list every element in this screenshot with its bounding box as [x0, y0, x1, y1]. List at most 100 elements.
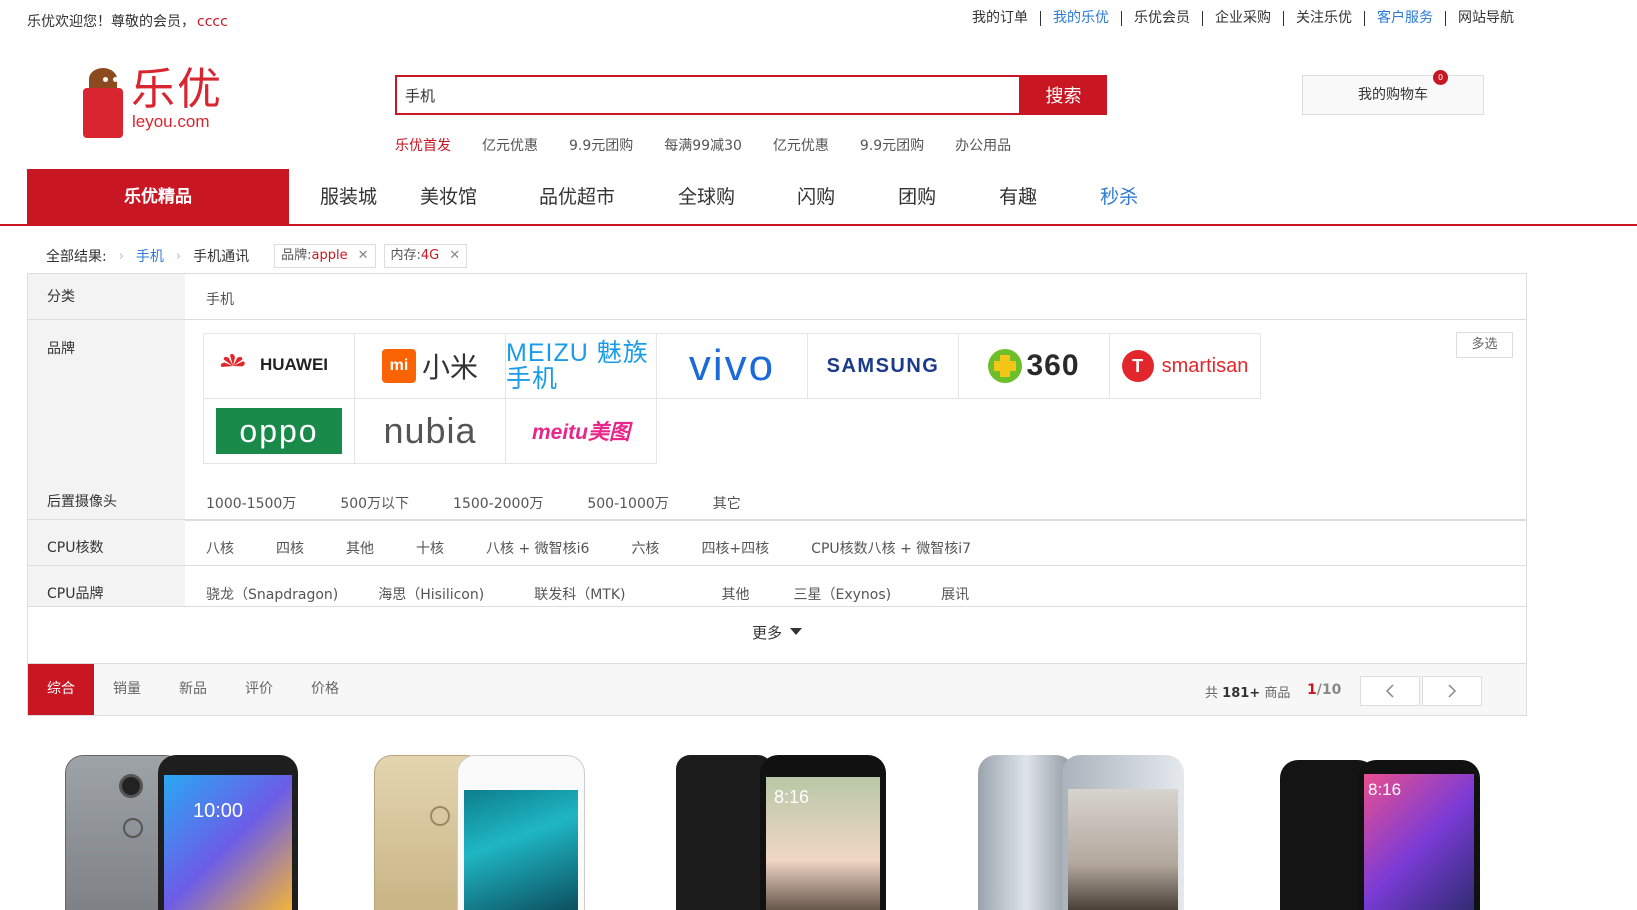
- filter-option[interactable]: 其它: [713, 493, 741, 513]
- breadcrumb-level1[interactable]: 手机: [136, 246, 164, 266]
- sort-tab-sales[interactable]: 销量: [94, 664, 160, 715]
- hot-keywords: 乐优首发 亿元优惠 9.9元团购 每满99减30 亿元优惠 9.9元团购 办公用…: [395, 135, 1042, 155]
- link-site-nav[interactable]: 网站导航: [1445, 11, 1526, 26]
- product-card[interactable]: 8:16: [676, 750, 911, 910]
- filter-option[interactable]: 四核: [276, 538, 304, 558]
- sort-tab-new[interactable]: 新品: [160, 664, 226, 715]
- filter-option[interactable]: 其他: [346, 538, 374, 558]
- breadcrumb-root[interactable]: 全部结果:: [46, 246, 107, 266]
- result-count: 共 181+ 商品: [1205, 682, 1290, 701]
- logo-mascot-icon: [81, 68, 125, 138]
- more-filters-button[interactable]: 更多: [28, 607, 1526, 665]
- product-card[interactable]: 8:16: [1280, 750, 1515, 910]
- product-image-front: 10:00: [158, 755, 298, 910]
- nav-item-seckill[interactable]: 秒杀: [1100, 169, 1138, 226]
- sort-tab-comprehensive[interactable]: 综合: [28, 664, 94, 715]
- brand-name: 360: [1026, 349, 1080, 382]
- close-icon[interactable]: ✕: [358, 248, 369, 263]
- top-bar: 乐优欢迎您！尊敬的会员， cccc 我的订单 我的乐优 乐优会员 企业采购 关注乐…: [0, 0, 1637, 38]
- filter-option[interactable]: 十核: [416, 538, 444, 558]
- sort-tab-reviews[interactable]: 评价: [226, 664, 292, 715]
- link-membership[interactable]: 乐优会员: [1121, 11, 1202, 26]
- nav-item-fun[interactable]: 有趣: [999, 169, 1037, 226]
- brand-name: vivo: [688, 341, 776, 390]
- brand-smartisan[interactable]: T smartisan: [1109, 333, 1261, 399]
- filter-row-cpu-cores: CPU核数 八核 四核 其他 十核 八核 + 微智核i6 六核 四核+四核 CP…: [28, 520, 1526, 566]
- brand-meizu[interactable]: MEIZU 魅族手机: [505, 333, 657, 399]
- filter-option[interactable]: 联发科（MTK): [534, 584, 625, 604]
- close-icon[interactable]: ✕: [449, 248, 460, 263]
- filter-option[interactable]: 1000-1500万: [206, 493, 296, 513]
- filter-option[interactable]: CPU核数八核 + 微智核i7: [811, 538, 971, 558]
- brand-meitu[interactable]: meitu美图: [505, 398, 657, 464]
- filter-option[interactable]: 500-1000万: [587, 493, 668, 513]
- search-input[interactable]: [395, 75, 1021, 115]
- nav-item-clothing[interactable]: 服装城: [320, 169, 377, 226]
- hotword[interactable]: 每满99减30: [664, 135, 742, 155]
- product-image-front: [457, 755, 585, 910]
- brand-360[interactable]: 360: [958, 333, 1110, 399]
- product-card[interactable]: [978, 750, 1213, 910]
- nav-item-flash[interactable]: 闪购: [797, 169, 835, 226]
- hotword[interactable]: 亿元优惠: [773, 135, 829, 155]
- breadcrumb-level2[interactable]: 手机通讯: [193, 246, 249, 266]
- next-page-button[interactable]: [1422, 676, 1482, 706]
- hotword[interactable]: 办公用品: [955, 135, 1011, 155]
- filter-option[interactable]: 六核: [631, 538, 659, 558]
- filter-option[interactable]: 八核 + 微智核i6: [486, 538, 589, 558]
- shopping-cart-button[interactable]: 我的购物车 0: [1302, 70, 1484, 115]
- filter-label: 分类: [28, 274, 185, 319]
- filter-row-cpu-brand: CPU品牌 骁龙（Snapdragon) 海思（Hisilicon) 联发科（M…: [28, 566, 1526, 607]
- brand-xiaomi[interactable]: mi 小米: [354, 333, 506, 399]
- chip-key: 品牌:: [281, 248, 312, 263]
- filter-option[interactable]: 骁龙（Snapdragon): [206, 584, 338, 604]
- filter-option[interactable]: 展讯: [941, 584, 969, 604]
- hotword[interactable]: 9.9元团购: [860, 135, 924, 155]
- link-my-orders[interactable]: 我的订单: [960, 11, 1040, 26]
- link-enterprise[interactable]: 企业采购: [1202, 11, 1283, 26]
- sort-tab-price[interactable]: 价格: [292, 664, 358, 715]
- brand-nubia[interactable]: nubia: [354, 398, 506, 464]
- prev-page-button[interactable]: [1360, 676, 1420, 706]
- brand-name: smartisan: [1161, 354, 1249, 377]
- brand-name: oppo: [216, 408, 342, 454]
- multi-select-button[interactable]: 多选: [1456, 332, 1513, 358]
- brand-name: HUAWEI: [260, 355, 328, 374]
- filter-option[interactable]: 1500-2000万: [453, 493, 543, 513]
- site-logo[interactable]: 乐优 leyou.com: [81, 66, 231, 140]
- filter-option[interactable]: 500万以下: [340, 493, 409, 513]
- product-image-front: [1062, 755, 1184, 910]
- product-image-front: 8:16: [1358, 760, 1480, 910]
- link-my-leyou[interactable]: 我的乐优: [1040, 11, 1121, 26]
- link-customer-service[interactable]: 客户服务: [1364, 11, 1445, 26]
- brand-huawei[interactable]: HUAWEI: [203, 333, 355, 399]
- product-card[interactable]: 10:00: [63, 750, 298, 910]
- nav-item-global[interactable]: 全球购: [678, 169, 735, 226]
- hotword[interactable]: 乐优首发: [395, 135, 451, 155]
- nav-item-supermarket[interactable]: 品优超市: [539, 169, 615, 226]
- product-card[interactable]: [372, 750, 607, 910]
- filter-option[interactable]: 手机: [206, 289, 234, 309]
- filter-option[interactable]: 海思（Hisilicon): [378, 584, 484, 604]
- brand-samsung[interactable]: SAMSUNG: [807, 333, 959, 399]
- filter-option[interactable]: 四核+四核: [701, 538, 769, 558]
- hotword[interactable]: 9.9元团购: [569, 135, 633, 155]
- filter-option[interactable]: 三星（Exynos): [794, 584, 892, 604]
- page-total: /10: [1316, 682, 1342, 698]
- filter-option[interactable]: 其他: [722, 584, 750, 604]
- cart-count-badge: 0: [1433, 70, 1448, 85]
- filter-option[interactable]: 八核: [206, 538, 234, 558]
- nav-primary-category[interactable]: 乐优精品: [27, 169, 289, 226]
- filter-chip-memory[interactable]: 内存:4G ✕: [383, 244, 468, 268]
- link-follow[interactable]: 关注乐优: [1283, 11, 1364, 26]
- hotword[interactable]: 亿元优惠: [482, 135, 538, 155]
- nav-item-beauty[interactable]: 美妆馆: [420, 169, 477, 226]
- brand-vivo[interactable]: vivo: [656, 333, 808, 399]
- username-link[interactable]: cccc: [197, 14, 228, 30]
- filter-chip-brand[interactable]: 品牌:apple ✕: [274, 244, 376, 268]
- brand-oppo[interactable]: oppo: [203, 398, 355, 464]
- sort-bar: 综合 销量 新品 评价 价格 共 181+ 商品 1/10: [27, 664, 1527, 716]
- nav-item-group[interactable]: 团购: [898, 169, 936, 226]
- search-button[interactable]: 搜索: [1020, 75, 1107, 115]
- chevron-right-icon: ›: [175, 248, 182, 264]
